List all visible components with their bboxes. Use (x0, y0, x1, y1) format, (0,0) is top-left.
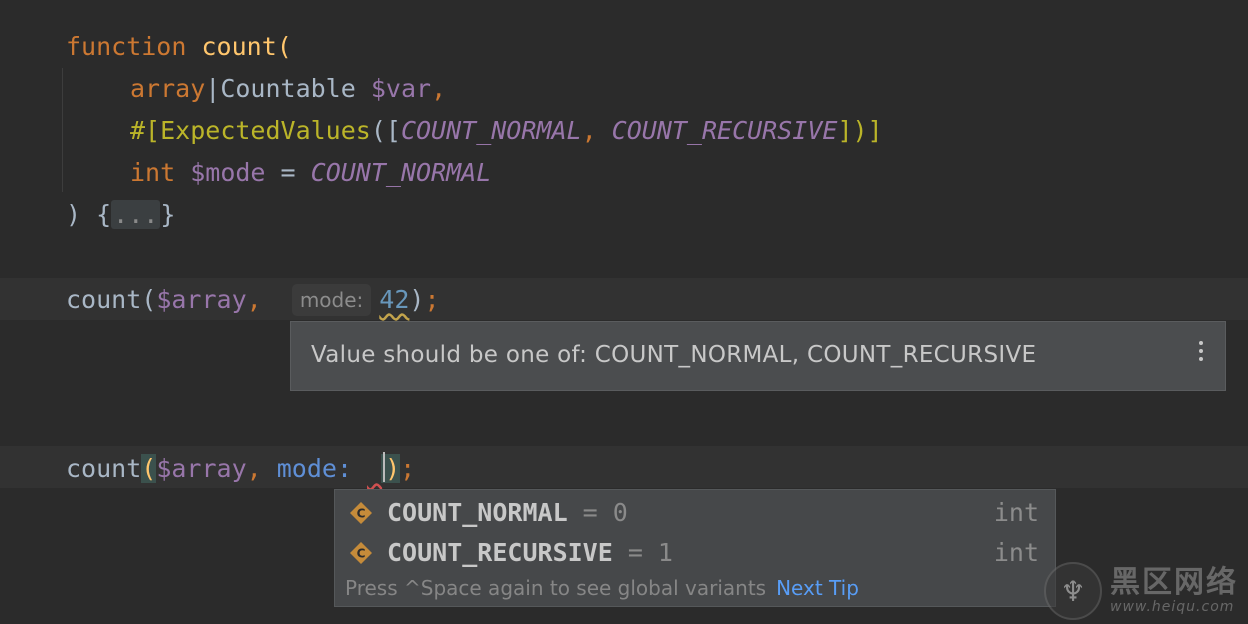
type-int: int (130, 158, 176, 187)
constant-icon: C (350, 502, 372, 524)
function-name: count (201, 32, 277, 61)
attribute-name: ExpectedValues (160, 116, 371, 145)
more-actions-icon[interactable] (1199, 341, 1205, 365)
type-countable: Countable (220, 74, 356, 103)
watermark: ♆ 黑区网络 www.heiqu.com (1044, 562, 1238, 620)
svg-text:C: C (357, 507, 366, 521)
close-paren-brace: ) { (66, 200, 112, 229)
call-arg-array: $array (156, 285, 247, 314)
watermark-logo-icon: ♆ (1044, 562, 1102, 620)
code-line-param-var[interactable]: array|Countable $var, (130, 74, 446, 104)
call2-arg-array: $array (156, 454, 247, 483)
call2-comma: , (246, 454, 277, 483)
completion-name: COUNT_NORMAL = 0 (387, 498, 628, 527)
parameter-hint: mode: (291, 284, 372, 316)
code-line-call-1[interactable]: count($array, mode: 42); (66, 284, 440, 316)
call2-close: ) (381, 452, 401, 483)
completion-type: int (993, 538, 1039, 567)
named-arg-mode: mode: (276, 454, 368, 483)
indent-guide (62, 68, 63, 192)
call-fn: count (66, 285, 142, 314)
assign-op: = (265, 158, 311, 187)
keyword-function: function (66, 32, 187, 61)
completion-name: COUNT_RECURSIVE = 1 (387, 538, 673, 567)
code-line-param-mode[interactable]: int $mode = COUNT_NORMAL (130, 158, 491, 188)
attribute-open: #[ (130, 116, 161, 145)
next-tip-link[interactable]: Next Tip (776, 576, 859, 600)
tooltip-message: Value should be one of: COUNT_NORMAL, CO… (311, 342, 1037, 368)
completion-footer: Press ^Space again to see global variant… (345, 576, 859, 600)
param-mode: $mode (190, 158, 266, 187)
completion-item-count-recursive[interactable]: C COUNT_RECURSIVE = 1 int (347, 536, 1047, 572)
call2-semicolon: ; (400, 454, 416, 483)
inspection-tooltip: Value should be one of: COUNT_NORMAL, CO… (290, 321, 1226, 391)
call2-fn: count (66, 454, 142, 483)
comma: , (431, 74, 447, 103)
completion-item-count-normal[interactable]: C COUNT_NORMAL = 0 int (347, 496, 1047, 532)
footer-hint: Press ^Space again to see global variant… (345, 576, 767, 600)
open-paren: ( (276, 32, 292, 61)
watermark-text: 黑区网络 (1110, 565, 1238, 600)
type-array: array (130, 74, 206, 103)
type-separator: | (205, 74, 221, 103)
const-count-recursive: COUNT_RECURSIVE (611, 116, 838, 145)
completion-popup[interactable]: C COUNT_NORMAL = 0 int C COUNT_RECURSIVE… (334, 489, 1056, 607)
attribute-sep: , (581, 116, 612, 145)
param-var: $var (370, 74, 432, 103)
missing-arg-marker (367, 454, 381, 484)
invalid-value[interactable]: 42 (379, 285, 409, 314)
call2-open: ( (141, 454, 157, 483)
svg-text:C: C (357, 547, 366, 561)
call-close: ) (409, 285, 425, 314)
attribute-args-close: ])] (837, 116, 883, 145)
call-open: ( (141, 285, 157, 314)
code-line-body[interactable]: ) {...} (66, 200, 175, 230)
code-line-call-2[interactable]: count($array, mode: ); (66, 452, 415, 484)
close-brace: } (160, 200, 176, 229)
folded-body[interactable]: ... (111, 200, 161, 229)
call-comma: , (246, 285, 277, 314)
completion-type: int (993, 498, 1039, 527)
code-line-attribute[interactable]: #[ExpectedValues([COUNT_NORMAL, COUNT_RE… (130, 116, 883, 146)
default-value: COUNT_NORMAL (310, 158, 492, 187)
constant-icon: C (350, 542, 372, 564)
call-semicolon: ; (424, 285, 440, 314)
watermark-url: www.heiqu.com (1110, 599, 1235, 615)
code-line-function-decl[interactable]: function count( (66, 32, 292, 62)
const-count-normal: COUNT_NORMAL (400, 116, 582, 145)
attribute-args-open: ([ (370, 116, 401, 145)
